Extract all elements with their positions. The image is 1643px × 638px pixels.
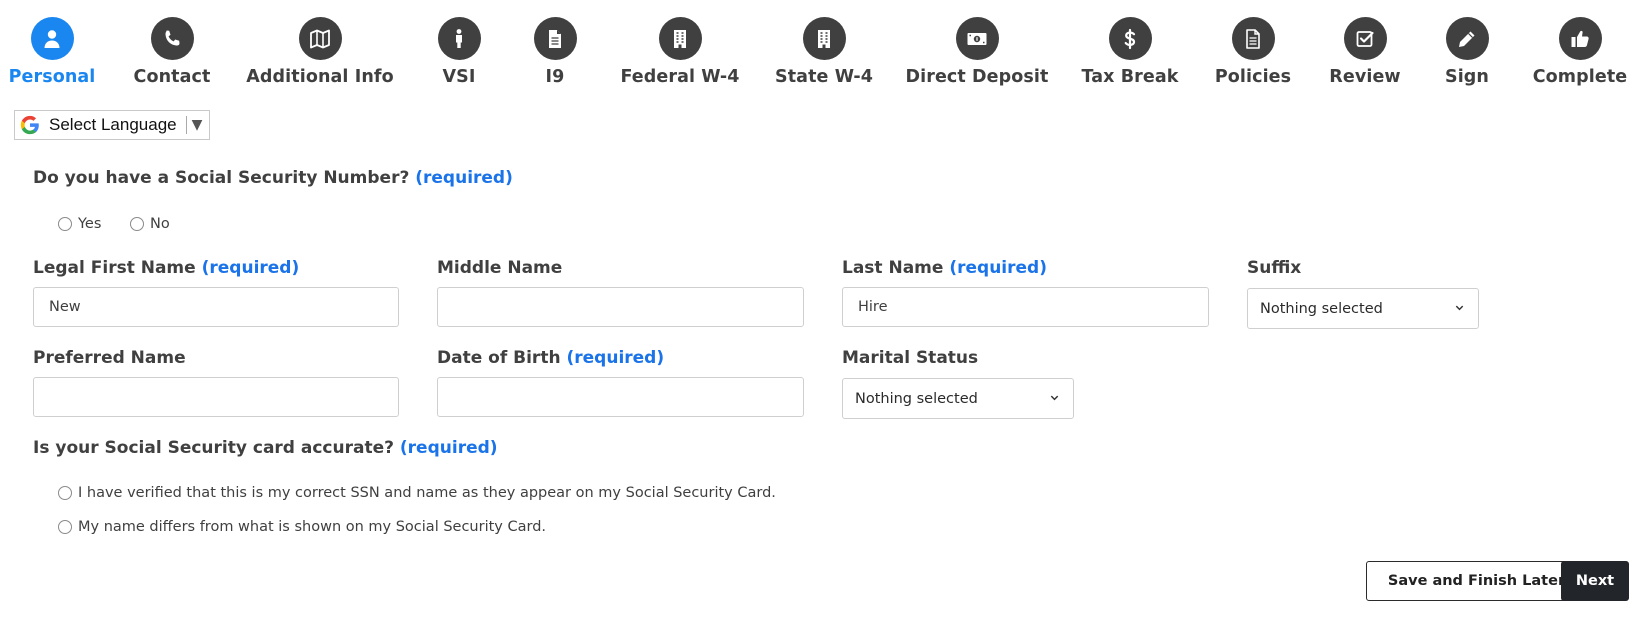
middle-name-input[interactable]: [437, 287, 804, 327]
dob-input[interactable]: [437, 377, 804, 417]
ss-card-verified-radio[interactable]: I have verified that this is my correct …: [58, 485, 776, 501]
pencil-icon: [1459, 31, 1475, 47]
save-and-finish-later-button[interactable]: Save and Finish Later: [1366, 561, 1587, 601]
step-label: VSI: [442, 67, 476, 87]
radio-circle[interactable]: [130, 217, 144, 231]
phone-icon: [165, 30, 180, 45]
step-direct-deposit[interactable]: Direct Deposit: [897, 17, 1057, 87]
required-label: (required): [566, 348, 665, 368]
step-circle: [298, 17, 342, 60]
field-label-text: Date of Birth: [437, 348, 561, 368]
person-icon: [456, 28, 462, 48]
step-circle: [1231, 17, 1275, 60]
step-circle: [1558, 17, 1602, 60]
money-icon: [967, 32, 987, 45]
document-icon: [1246, 28, 1260, 49]
radio-label: I have verified that this is my correct …: [78, 485, 776, 501]
field-label-text: Legal First Name: [33, 258, 196, 278]
ssn-yes-radio[interactable]: Yes: [58, 216, 101, 232]
language-select[interactable]: Select Language ▼: [14, 110, 210, 140]
language-label: Select Language: [49, 115, 177, 134]
step-label: State W-4: [775, 67, 873, 87]
step-label: Additional Info: [246, 67, 394, 87]
first-name-input[interactable]: [33, 287, 399, 327]
step-contact[interactable]: Contact: [92, 17, 252, 87]
ssn-question-text: Do you have a Social Security Number?: [33, 168, 410, 188]
dollar-icon: [1124, 28, 1136, 49]
caret-down-icon: ▼: [191, 117, 203, 133]
step-circle: [1445, 17, 1489, 60]
building-icon: [818, 29, 830, 48]
radio-label: My name differs from what is shown on my…: [78, 519, 547, 535]
radio-circle[interactable]: [58, 486, 72, 500]
marital-status-select[interactable]: Nothing selected: [842, 378, 1074, 419]
radio-label: No: [150, 216, 170, 232]
field-label-text: Preferred Name: [33, 348, 186, 368]
step-circle: [658, 17, 702, 60]
step-navigation: Personal Contact Additional Info VSI I9 …: [0, 0, 1643, 100]
step-label: Direct Deposit: [905, 67, 1049, 87]
chevron-down-icon: [1049, 391, 1060, 407]
step-federal-w4[interactable]: Federal W-4: [600, 17, 760, 87]
field-label-text: Middle Name: [437, 258, 563, 278]
step-complete[interactable]: Complete: [1500, 17, 1643, 87]
step-label: I9: [545, 67, 565, 87]
user-icon: [44, 29, 60, 48]
preferred-name-input[interactable]: [33, 377, 399, 417]
document-icon: [549, 29, 561, 48]
first-name-label: Legal First Name (required): [33, 258, 299, 278]
map-icon: [310, 29, 330, 48]
ss-card-question-text: Is your Social Security card accurate?: [33, 438, 394, 458]
field-label-text: Last Name: [842, 258, 944, 278]
google-icon: [20, 115, 39, 135]
step-label: Sign: [1445, 67, 1489, 87]
step-circle: [955, 17, 999, 60]
step-state-w4[interactable]: State W-4: [744, 17, 904, 87]
step-label: Contact: [133, 67, 211, 87]
step-circle: [802, 17, 846, 60]
step-label: Tax Break: [1081, 67, 1179, 87]
field-label-text: Suffix: [1247, 258, 1302, 278]
radio-circle[interactable]: [58, 520, 72, 534]
radio-circle[interactable]: [58, 217, 72, 231]
required-label: (required): [949, 258, 1047, 278]
next-button[interactable]: Next: [1561, 561, 1629, 601]
step-circle: [533, 17, 577, 60]
step-label: Complete: [1532, 67, 1628, 87]
step-label: Policies: [1214, 67, 1292, 87]
step-circle: [150, 17, 194, 60]
required-label: (required): [399, 438, 498, 458]
thumbs-up-icon: [1571, 30, 1589, 47]
required-label: (required): [201, 258, 300, 278]
step-circle: [1343, 17, 1387, 60]
middle-name-label: Middle Name: [437, 258, 562, 278]
ss-card-question: Is your Social Security card accurate? (…: [33, 438, 498, 458]
dob-label: Date of Birth (required): [437, 348, 664, 368]
step-label: Personal: [8, 67, 96, 87]
ssn-no-radio[interactable]: No: [130, 216, 170, 232]
suffix-label: Suffix: [1247, 258, 1301, 278]
last-name-label: Last Name (required): [842, 258, 1047, 278]
select-value: Nothing selected: [855, 390, 978, 407]
last-name-input[interactable]: [842, 287, 1209, 327]
building-icon: [674, 29, 686, 48]
radio-label: Yes: [78, 216, 102, 232]
field-label-text: Marital Status: [842, 348, 979, 368]
chevron-down-icon: [1454, 301, 1465, 317]
step-additional-info[interactable]: Additional Info: [240, 17, 400, 87]
step-label: Federal W-4: [620, 67, 740, 87]
ss-card-differs-radio[interactable]: My name differs from what is shown on my…: [58, 519, 546, 535]
required-label: (required): [415, 168, 513, 188]
divider: [185, 116, 187, 134]
select-value: Nothing selected: [1260, 300, 1383, 317]
marital-status-label: Marital Status: [842, 348, 978, 368]
step-circle: [30, 17, 74, 60]
checkbox-icon: [1356, 30, 1374, 47]
suffix-select[interactable]: Nothing selected: [1247, 288, 1479, 329]
ssn-question: Do you have a Social Security Number? (r…: [33, 168, 513, 188]
step-circle: [1108, 17, 1152, 60]
preferred-name-label: Preferred Name: [33, 348, 186, 368]
